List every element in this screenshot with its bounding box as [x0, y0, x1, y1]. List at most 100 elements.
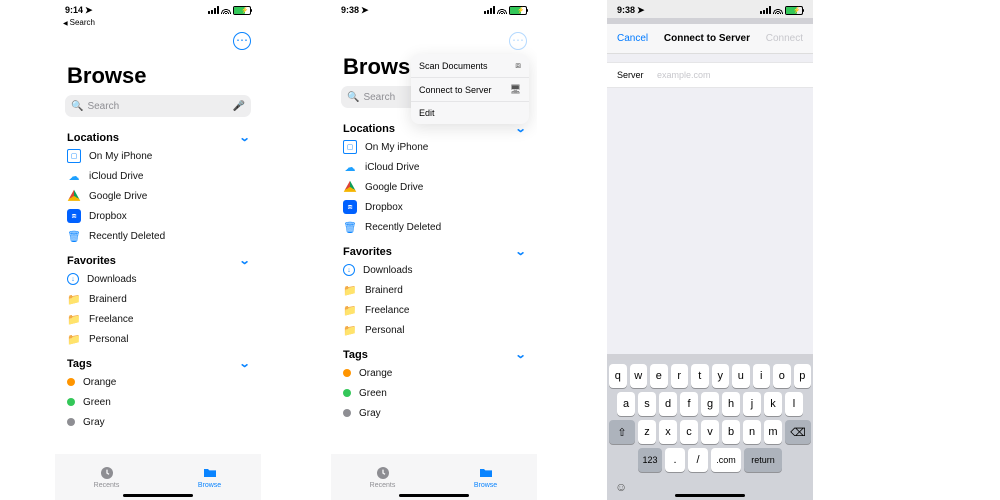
cellular-icon: [760, 6, 771, 14]
tag-dot-icon: [67, 418, 75, 426]
nav-bar: Cancel Connect to Server Connect: [607, 24, 813, 54]
tag-green[interactable]: Green: [343, 383, 525, 403]
favorite-personal[interactable]: 📁Personal: [343, 320, 525, 340]
tag-dot-icon: [67, 398, 75, 406]
more-button[interactable]: ⋯: [509, 32, 527, 50]
cellular-icon: [208, 6, 219, 14]
favorite-brainerd[interactable]: 📁Brainerd: [343, 280, 525, 300]
favorite-downloads[interactable]: ↓Downloads: [67, 269, 249, 289]
section-header-tags[interactable]: Tags⌄: [343, 344, 525, 363]
home-indicator[interactable]: [399, 494, 469, 497]
key-123[interactable]: 123: [638, 448, 662, 472]
key-e[interactable]: e: [650, 364, 668, 388]
location-dropbox[interactable]: ⧈Dropbox: [67, 206, 249, 226]
key-h[interactable]: h: [722, 392, 740, 416]
emoji-button[interactable]: ☺: [609, 476, 811, 494]
wifi-icon: [221, 6, 231, 14]
tag-green[interactable]: Green: [67, 392, 249, 412]
back-to-search[interactable]: Search: [55, 18, 261, 27]
tag-dot-icon: [67, 378, 75, 386]
location-on-my-iphone[interactable]: ▢On My iPhone: [67, 146, 249, 166]
section-header-tags[interactable]: Tags ⌄: [67, 353, 249, 372]
key-d[interactable]: d: [659, 392, 677, 416]
chevron-down-icon: ⌄: [514, 122, 526, 135]
section-header-favorites[interactable]: Favorites⌄: [343, 241, 525, 260]
tag-gray[interactable]: Gray: [343, 403, 525, 423]
key-i[interactable]: i: [753, 364, 771, 388]
server-field[interactable]: Server example.com: [607, 62, 813, 88]
menu-connect-server[interactable]: Connect to Server🖥: [411, 78, 529, 102]
home-indicator[interactable]: [675, 494, 745, 497]
tag-gray[interactable]: Gray: [67, 412, 249, 432]
key-n[interactable]: n: [743, 420, 761, 444]
location-icloud[interactable]: ☁iCloud Drive: [67, 166, 249, 186]
location-google-drive[interactable]: Google Drive: [343, 177, 525, 197]
status-bar: 9:14 ➤ ⚡: [55, 0, 261, 18]
server-placeholder: example.com: [657, 70, 711, 80]
location-on-my-iphone[interactable]: ▢On My iPhone: [343, 137, 525, 157]
key-b[interactable]: b: [722, 420, 740, 444]
key-o[interactable]: o: [773, 364, 791, 388]
key-shift[interactable]: ⇧: [609, 420, 635, 444]
tag-orange[interactable]: Orange: [343, 363, 525, 383]
dropbox-icon: ⧈: [343, 200, 357, 214]
iphone-icon: ▢: [343, 140, 357, 154]
key-w[interactable]: w: [630, 364, 648, 388]
favorite-freelance[interactable]: 📁Freelance: [343, 300, 525, 320]
section-header-favorites[interactable]: Favorites ⌄: [67, 250, 249, 269]
screen-browse: 9:14 ➤ ⚡ Search ⋯ Browse 🔍 Search 🎤 Loca…: [55, 0, 261, 500]
menu-edit[interactable]: Edit: [411, 102, 529, 124]
connect-button[interactable]: Connect: [766, 33, 803, 44]
favorite-freelance[interactable]: 📁Freelance: [67, 309, 249, 329]
cancel-button[interactable]: Cancel: [617, 33, 648, 44]
key-slash[interactable]: /: [688, 448, 708, 472]
wifi-icon: [773, 6, 783, 14]
key-x[interactable]: x: [659, 420, 677, 444]
key-q[interactable]: q: [609, 364, 627, 388]
keyboard-row-3: ⇧ z x c v b n m ⌫: [609, 420, 811, 444]
key-u[interactable]: u: [732, 364, 750, 388]
key-period[interactable]: .: [665, 448, 685, 472]
key-a[interactable]: a: [617, 392, 635, 416]
location-icloud[interactable]: ☁iCloud Drive: [343, 157, 525, 177]
key-k[interactable]: k: [764, 392, 782, 416]
key-m[interactable]: m: [764, 420, 782, 444]
key-backspace[interactable]: ⌫: [785, 420, 811, 444]
server-label: Server: [617, 70, 657, 80]
tag-orange[interactable]: Orange: [67, 372, 249, 392]
mic-icon[interactable]: 🎤: [233, 101, 245, 112]
key-c[interactable]: c: [680, 420, 698, 444]
key-return[interactable]: return: [744, 448, 782, 472]
chevron-down-icon: ⌄: [238, 131, 250, 144]
key-s[interactable]: s: [638, 392, 656, 416]
favorite-downloads[interactable]: ↓Downloads: [343, 260, 525, 280]
key-l[interactable]: l: [785, 392, 803, 416]
location-dropbox[interactable]: ⧈Dropbox: [343, 197, 525, 217]
key-dotcom[interactable]: .com: [711, 448, 741, 472]
search-placeholder: Search: [87, 101, 119, 112]
key-v[interactable]: v: [701, 420, 719, 444]
keyboard-row-2: a s d f g h j k l: [609, 392, 811, 416]
chevron-down-icon: ⌄: [238, 357, 250, 370]
key-y[interactable]: y: [712, 364, 730, 388]
location-recently-deleted[interactable]: 🗑Recently Deleted: [67, 226, 249, 246]
location-google-drive[interactable]: Google Drive: [67, 186, 249, 206]
favorite-brainerd[interactable]: 📁Brainerd: [67, 289, 249, 309]
section-header-locations[interactable]: Locations ⌄: [67, 127, 249, 146]
key-g[interactable]: g: [701, 392, 719, 416]
menu-scan-documents[interactable]: Scan Documents⧈: [411, 54, 529, 78]
nav-title: Connect to Server: [664, 33, 750, 44]
home-indicator[interactable]: [123, 494, 193, 497]
key-j[interactable]: j: [743, 392, 761, 416]
key-r[interactable]: r: [671, 364, 689, 388]
search-field[interactable]: 🔍 Search 🎤: [65, 95, 251, 117]
location-recently-deleted[interactable]: 🗑Recently Deleted: [343, 217, 525, 237]
key-z[interactable]: z: [638, 420, 656, 444]
folder-icon: 📁: [343, 323, 357, 337]
more-button[interactable]: ⋯: [233, 32, 251, 50]
favorite-personal[interactable]: 📁Personal: [67, 329, 249, 349]
key-t[interactable]: t: [691, 364, 709, 388]
google-drive-icon: [343, 180, 357, 194]
key-f[interactable]: f: [680, 392, 698, 416]
key-p[interactable]: p: [794, 364, 812, 388]
